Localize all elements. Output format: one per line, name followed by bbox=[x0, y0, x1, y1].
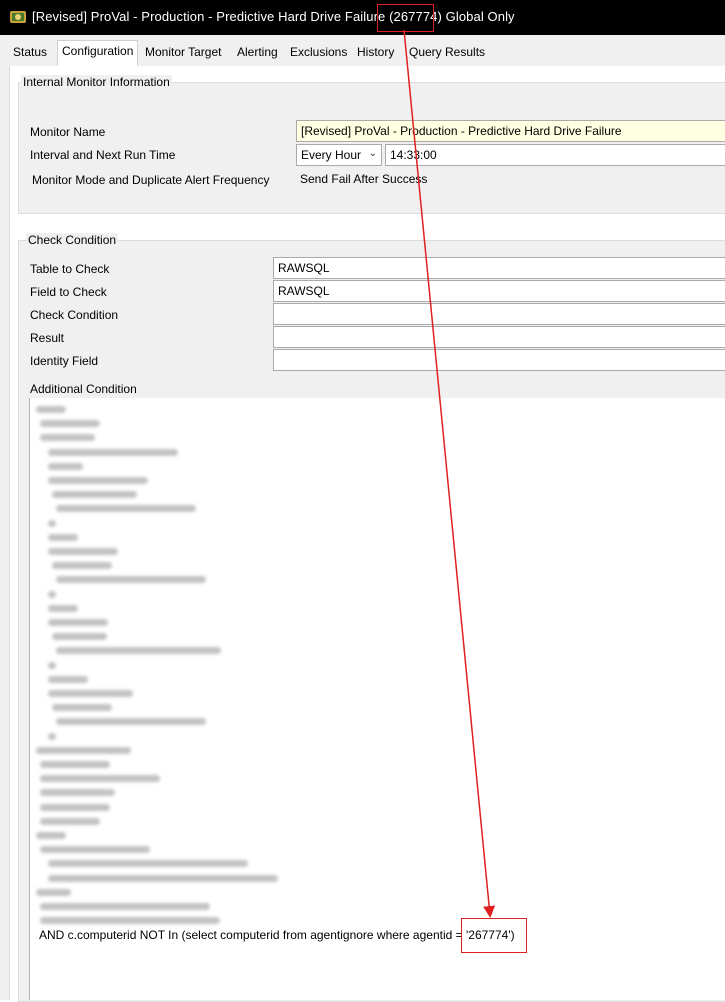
redacted-sql-line bbox=[40, 434, 95, 442]
check-condition-label: Check Condition bbox=[30, 308, 119, 322]
redacted-sql-line bbox=[40, 789, 115, 797]
tab-status[interactable]: Status bbox=[13, 45, 47, 59]
redacted-sql-line bbox=[40, 775, 160, 783]
tab-alerting[interactable]: Alerting bbox=[237, 45, 278, 59]
redacted-sql-line bbox=[48, 590, 56, 598]
window-titlebar: [Revised] ProVal - Production - Predicti… bbox=[0, 0, 725, 35]
redacted-sql-line bbox=[40, 817, 100, 825]
interval-select[interactable]: Every Hour ⌄ bbox=[296, 144, 382, 166]
redacted-sql-line bbox=[52, 633, 107, 641]
redacted-sql-line bbox=[56, 505, 196, 513]
redacted-sql-line bbox=[56, 576, 206, 584]
redacted-sql-line bbox=[48, 675, 88, 683]
monitor-name-field[interactable]: [Revised] ProVal - Production - Predicti… bbox=[296, 120, 725, 142]
redacted-sql-line bbox=[48, 477, 148, 484]
redacted-sql-line bbox=[48, 732, 56, 740]
window-title: [Revised] ProVal - Production - Predicti… bbox=[32, 9, 515, 24]
interval-label: Interval and Next Run Time bbox=[30, 148, 176, 162]
identity-field-label: Identity Field bbox=[30, 354, 99, 368]
redacted-sql-line bbox=[36, 832, 66, 839]
redacted-sql-line bbox=[36, 888, 71, 896]
redacted-sql-line bbox=[40, 803, 110, 811]
redacted-sql-line bbox=[52, 562, 112, 570]
chevron-down-icon: ⌄ bbox=[368, 148, 377, 159]
redacted-sql-line bbox=[56, 718, 206, 726]
table-to-check-field[interactable]: RAWSQL bbox=[273, 257, 725, 279]
redacted-sql-line bbox=[40, 420, 100, 428]
app-icon bbox=[10, 11, 26, 23]
redacted-sql-line bbox=[48, 462, 83, 470]
tab-exclusions[interactable]: Exclusions bbox=[290, 45, 347, 59]
redacted-sql-line bbox=[48, 874, 278, 882]
redacted-sql-line bbox=[52, 491, 137, 499]
redacted-sql-line bbox=[56, 647, 221, 655]
redacted-sql-line bbox=[40, 846, 150, 854]
title-id-highlight bbox=[377, 4, 434, 32]
redacted-sql-line bbox=[40, 917, 220, 925]
redacted-sql-line bbox=[40, 903, 210, 910]
table-to-check-label: Table to Check bbox=[30, 262, 110, 276]
redacted-sql-line bbox=[36, 746, 131, 754]
redacted-sql-line bbox=[48, 619, 108, 626]
field-to-check-field[interactable]: RAWSQL bbox=[273, 280, 725, 302]
additional-condition-label: Additional Condition bbox=[30, 382, 137, 396]
monitor-mode-label: Monitor Mode and Duplicate Alert Frequen… bbox=[32, 173, 270, 187]
redacted-sql-line bbox=[48, 604, 78, 612]
redacted-sql-line bbox=[48, 690, 133, 697]
additional-condition-textarea[interactable] bbox=[29, 398, 725, 1000]
next-run-time-field[interactable]: 14:33:00 bbox=[385, 144, 725, 166]
tab-monitor-target[interactable]: Monitor Target bbox=[145, 45, 221, 59]
tab-query-results[interactable]: Query Results bbox=[409, 45, 485, 59]
tab-history[interactable]: History bbox=[357, 45, 394, 59]
monitor-mode-select[interactable]: Send Fail After Success bbox=[296, 169, 725, 191]
redacted-sql-line bbox=[48, 548, 118, 555]
redacted-sql-line bbox=[40, 761, 110, 768]
redacted-sql-line bbox=[48, 448, 178, 456]
redacted-sql-line bbox=[48, 860, 248, 868]
monitor-name-label: Monitor Name bbox=[30, 125, 106, 139]
internal-monitor-group-title: Internal Monitor Information bbox=[21, 75, 172, 89]
redacted-sql-line bbox=[48, 519, 56, 527]
identity-field[interactable] bbox=[273, 349, 725, 371]
redacted-sql-line bbox=[36, 406, 66, 413]
sql-id-highlight bbox=[461, 918, 527, 953]
check-condition-field[interactable] bbox=[273, 303, 725, 325]
result-label: Result bbox=[30, 331, 65, 345]
redacted-sql-line bbox=[52, 704, 112, 712]
tab-bar: Status Configuration Monitor Target Aler… bbox=[0, 35, 725, 66]
sql-last-line: AND c.computerid NOT In (select computer… bbox=[39, 928, 515, 942]
tab-configuration[interactable]: Configuration bbox=[57, 40, 139, 66]
check-condition-group-title: Check Condition bbox=[26, 233, 119, 247]
result-field[interactable] bbox=[273, 326, 725, 348]
redacted-sql-line bbox=[48, 533, 78, 541]
redacted-sql-line bbox=[48, 661, 56, 669]
field-to-check-label: Field to Check bbox=[30, 285, 107, 299]
interval-select-value: Every Hour bbox=[301, 148, 362, 162]
